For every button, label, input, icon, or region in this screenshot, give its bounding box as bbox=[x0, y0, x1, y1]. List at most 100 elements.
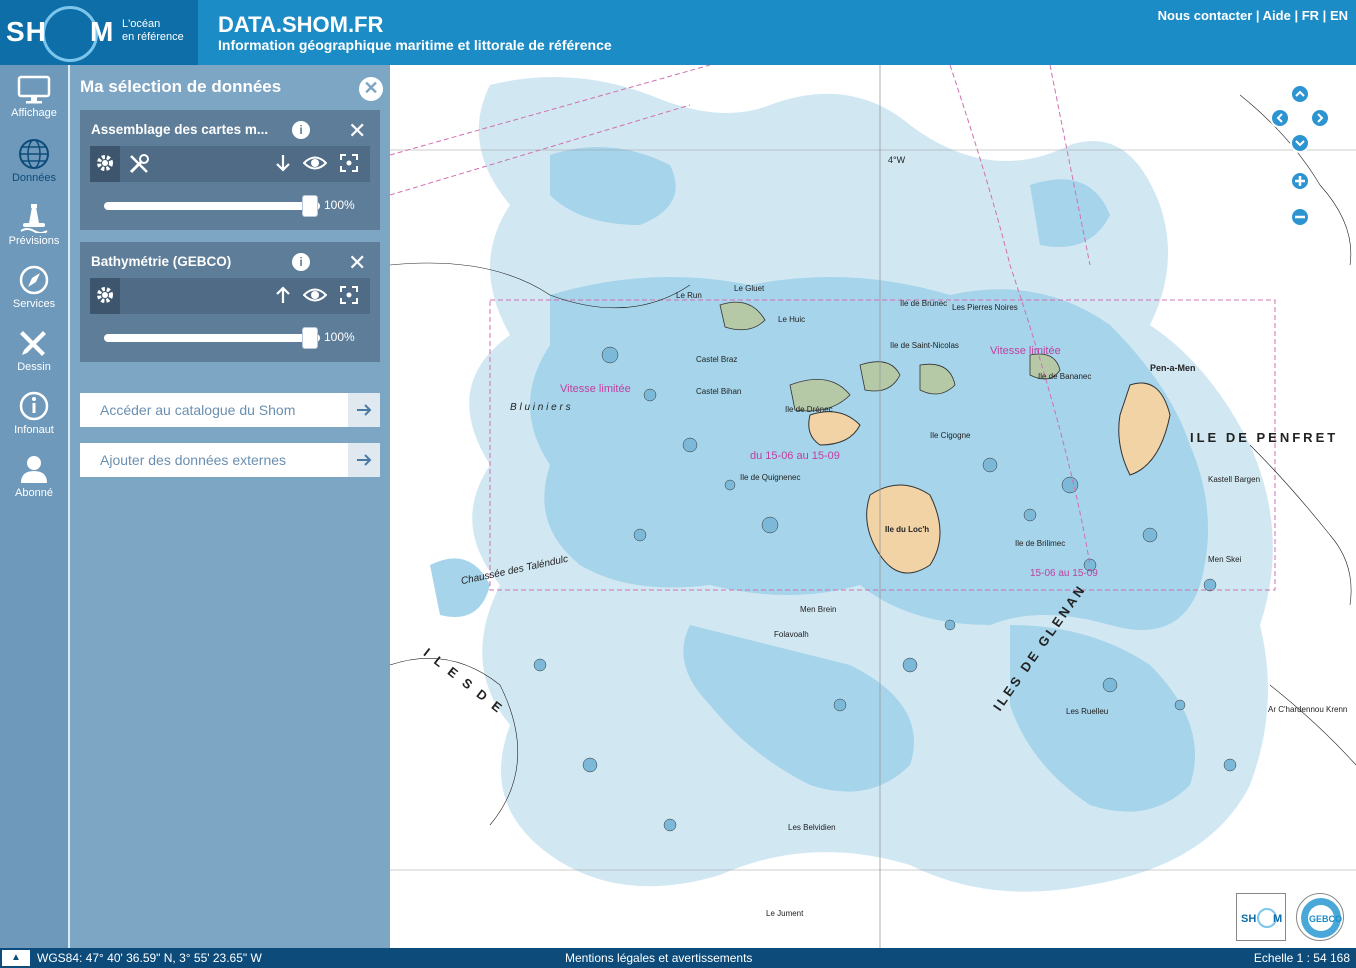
map-label-pen-a-men: Pen-a-Men bbox=[1150, 363, 1196, 373]
visibility-eye-icon[interactable] bbox=[300, 278, 330, 314]
data-selection-panel: Ma sélection de données ✕ Assemblage des… bbox=[70, 65, 390, 948]
layer-card-assemblage: Assemblage des cartes m... i ✕ 100% bbox=[80, 110, 380, 230]
map-label-bluiniers: B l u i n i e r s bbox=[510, 402, 571, 413]
nav-abonne[interactable]: Abonné bbox=[0, 447, 68, 510]
map-label-folavoalh: Folavoalh bbox=[774, 630, 809, 639]
nav-label: Services bbox=[12, 298, 56, 310]
layer-info-icon[interactable]: i bbox=[292, 253, 310, 271]
pan-right-button[interactable] bbox=[1310, 108, 1330, 128]
map-label-vitesse-2: Vitesse limitée bbox=[990, 345, 1061, 357]
tools-icon[interactable] bbox=[124, 146, 154, 182]
map-label-brilimec: Ile de Brilimec bbox=[1015, 539, 1066, 548]
external-data-button[interactable]: Ajouter des données externes bbox=[80, 443, 380, 477]
nav-donnees[interactable]: Données bbox=[0, 132, 68, 195]
map-label-castel-braz: Castel Braz bbox=[696, 355, 738, 364]
info-icon bbox=[19, 391, 49, 421]
pan-left-button[interactable] bbox=[1270, 108, 1290, 128]
map-label-le-guiet: Le Gluet bbox=[734, 284, 765, 293]
map-label-castel-bihan: Castel Bihan bbox=[696, 387, 742, 396]
svg-text:GEBCO: GEBCO bbox=[1309, 914, 1342, 924]
gear-icon[interactable] bbox=[90, 146, 120, 182]
map-label-le-jument: Le Jument bbox=[766, 909, 804, 918]
opacity-slider-track[interactable] bbox=[104, 334, 320, 342]
nav-label: Affichage bbox=[11, 107, 57, 119]
nav-label: Infonaut bbox=[14, 424, 54, 436]
external-data-button-label: Ajouter des données externes bbox=[100, 452, 287, 468]
gear-icon[interactable] bbox=[90, 278, 120, 314]
legal-notices-link[interactable]: Mentions légales et avertissements bbox=[565, 951, 752, 965]
layer-name: Assemblage des cartes m... bbox=[91, 122, 269, 137]
top-links: Nous contacter | Aide | FR | EN bbox=[1158, 8, 1348, 23]
footer-toggle-button[interactable]: ▲ bbox=[2, 950, 30, 966]
opacity-value: 100% bbox=[324, 330, 355, 344]
zoom-extent-icon[interactable] bbox=[334, 278, 364, 314]
globe-icon bbox=[19, 139, 49, 169]
lang-en-link[interactable]: EN bbox=[1330, 8, 1348, 23]
app-header: SH M L'océan en référence DATA.SHOM.FR I… bbox=[0, 0, 1356, 65]
nav-affichage[interactable]: Affichage bbox=[0, 69, 68, 132]
left-icon-bar: Affichage Données Prévisions Services De… bbox=[0, 65, 68, 948]
opacity-slider-handle[interactable] bbox=[302, 327, 318, 349]
map-label-bananec: Ile de Bananec bbox=[1038, 372, 1092, 381]
map-label-cigogne: Ile Cigogne bbox=[930, 431, 971, 440]
contact-link[interactable]: Nous contacter bbox=[1158, 8, 1253, 23]
logo-tagline-line1: L'océan bbox=[122, 18, 161, 30]
map-scale: Echelle 1 : 54 168 bbox=[1253, 951, 1350, 965]
map-label-brunec: Ile de Brunec bbox=[900, 299, 948, 308]
map-label-men-skei: Men Skei bbox=[1208, 555, 1242, 564]
shom-logo[interactable]: SH M L'océan en référence bbox=[0, 0, 198, 65]
map-label-ar-chardennou: Ar C'hardennou Krenn bbox=[1268, 705, 1348, 714]
status-footer: ▲ WGS84: 47° 40' 36.59" N, 3° 55' 23.65"… bbox=[0, 948, 1356, 968]
map-label-les-ruelleu: Les Ruelleu bbox=[1066, 707, 1109, 716]
map-label-le-huic: Le Huic bbox=[778, 315, 806, 324]
pan-down-button[interactable] bbox=[1290, 133, 1310, 153]
zoom-extent-icon[interactable] bbox=[334, 146, 364, 182]
layer-remove-button[interactable]: ✕ bbox=[348, 118, 366, 144]
layer-toolbar bbox=[90, 146, 370, 182]
svg-text:M: M bbox=[1273, 913, 1282, 925]
link-separator: | bbox=[1319, 8, 1330, 23]
nautical-chart-map[interactable]: ILE DE PENFRET ILES DE GLENAN I L E S D … bbox=[390, 65, 1356, 948]
lang-fr-link[interactable]: FR bbox=[1302, 8, 1319, 23]
opacity-slider-handle[interactable] bbox=[302, 195, 318, 217]
map-label-dates-1: du 15-06 au 15-09 bbox=[750, 450, 840, 462]
map-label-loch: Ile du Loc'h bbox=[885, 525, 930, 534]
nav-infonaut[interactable]: Infonaut bbox=[0, 384, 68, 447]
nav-services[interactable]: Services bbox=[0, 258, 68, 321]
move-up-icon[interactable] bbox=[268, 278, 298, 314]
opacity-value: 100% bbox=[324, 198, 355, 212]
shom-watermark-logo: SH M bbox=[1236, 893, 1286, 941]
zoom-out-button[interactable] bbox=[1290, 207, 1310, 227]
cursor-coordinates: WGS84: 47° 40' 36.59" N, 3° 55' 23.65" W bbox=[37, 951, 262, 965]
opacity-slider-track[interactable] bbox=[104, 202, 320, 210]
map-label-vitesse: Vitesse limitée bbox=[560, 383, 631, 395]
panel-close-button[interactable]: ✕ bbox=[359, 77, 383, 101]
catalog-button-label: Accéder au catalogue du Shom bbox=[100, 402, 296, 418]
pan-up-button[interactable] bbox=[1290, 84, 1310, 104]
help-link[interactable]: Aide bbox=[1263, 8, 1291, 23]
map-label-men-brein: Men Brein bbox=[800, 605, 837, 614]
layer-card-gebco: Bathymétrie (GEBCO) i ✕ 100% bbox=[80, 242, 380, 362]
map-label-kastel-bargen: Kastell Bargen bbox=[1208, 475, 1261, 484]
arrow-right-icon bbox=[348, 393, 380, 427]
nav-dessin[interactable]: Dessin bbox=[0, 321, 68, 384]
link-separator: | bbox=[1290, 8, 1302, 23]
nav-label: Prévisions bbox=[8, 235, 60, 247]
move-down-icon[interactable] bbox=[268, 146, 298, 182]
logo-tagline: L'océan en référence bbox=[122, 18, 184, 44]
site-title: DATA.SHOM.FR bbox=[218, 12, 384, 37]
visibility-eye-icon[interactable] bbox=[300, 146, 330, 182]
arrow-right-icon bbox=[348, 443, 380, 477]
nav-label: Abonné bbox=[15, 487, 53, 499]
link-separator: | bbox=[1252, 8, 1263, 23]
pencil-ruler-icon bbox=[20, 331, 46, 356]
map-label-drenec: Ile de Drénec bbox=[785, 405, 833, 414]
site-subtitle: Information géographique maritime et lit… bbox=[218, 37, 612, 53]
map-label-pierres-noires: Les Pierres Noires bbox=[952, 303, 1018, 312]
layer-remove-button[interactable]: ✕ bbox=[348, 250, 366, 276]
zoom-in-button[interactable] bbox=[1290, 171, 1310, 191]
layer-info-icon[interactable]: i bbox=[292, 121, 310, 139]
catalog-button[interactable]: Accéder au catalogue du Shom bbox=[80, 393, 380, 427]
nav-previsions[interactable]: Prévisions bbox=[0, 195, 68, 258]
buoy-icon bbox=[20, 204, 48, 233]
